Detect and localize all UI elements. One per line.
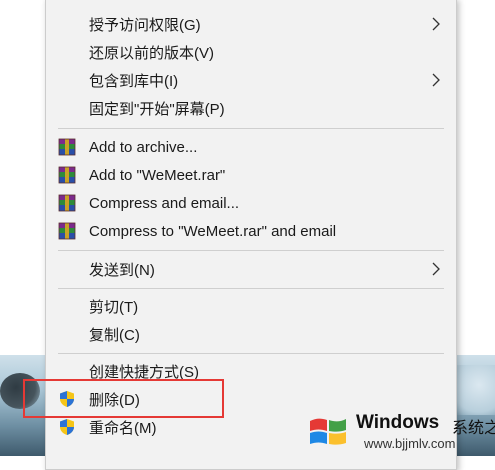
menu-item-compress-to-rar-and-email[interactable]: Compress to "WeMeet.rar" and email [46,218,456,244]
menu-item-label: Add to "WeMeet.rar" [89,166,226,184]
winrar-icon [58,222,76,240]
uac-shield-icon [60,419,74,435]
watermark-brand: Windows [356,412,440,433]
winrar-icon [58,194,76,212]
menu-separator [58,128,444,129]
menu-item-copy[interactable]: 复制(C) [46,321,456,347]
winrar-icon [58,166,76,184]
menu-separator [58,353,444,354]
menu-item-restore-versions[interactable]: 还原以前的版本(V) [46,39,456,65]
winrar-icon [58,138,76,156]
menu-item-cut[interactable]: 剪切(T) [46,293,456,319]
menu-item-add-to-rar[interactable]: Add to "WeMeet.rar" [46,162,456,188]
menu-item-label: 剪切(T) [89,298,139,316]
menu-item-label: 发送到(N) [89,261,155,279]
menu-item-pin-to-start[interactable]: 固定到"开始"屏幕(P) [46,95,456,121]
menu-separator [58,250,444,251]
menu-item-send-to[interactable]: 发送到(N) [46,256,456,282]
menu-item-label: Compress and email... [89,194,240,212]
menu-item-add-to-archive[interactable]: Add to archive... [46,134,456,160]
menu-item-label: 还原以前的版本(V) [89,44,214,62]
menu-item-label: Add to archive... [89,138,198,156]
menu-item-label: 包含到库中(I) [89,72,179,90]
menu-item-label: 重命名(M) [89,419,157,437]
watermark: Windows 系统之家 www.bjjmlv.com [308,407,495,456]
menu-item-include-in-library[interactable]: 包含到库中(I) [46,67,456,93]
menu-item-label: Compress to "WeMeet.rar" and email [89,222,337,240]
chevron-right-icon [432,262,440,276]
menu-item-label: 复制(C) [89,326,140,344]
menu-item-label: 授予访问权限(G) [89,16,201,34]
windows-logo-icon [310,418,346,445]
watermark-subtitle: 系统之家 [452,420,495,437]
highlight-box [23,379,224,418]
menu-item-label: 固定到"开始"屏幕(P) [89,100,225,118]
menu-item-grant-access[interactable]: 授予访问权限(G) [46,11,456,37]
chevron-right-icon [432,73,440,87]
menu-separator [58,288,444,289]
menu-item-compress-and-email[interactable]: Compress and email... [46,190,456,216]
watermark-url: www.bjjmlv.com [364,436,456,451]
chevron-right-icon [432,17,440,31]
